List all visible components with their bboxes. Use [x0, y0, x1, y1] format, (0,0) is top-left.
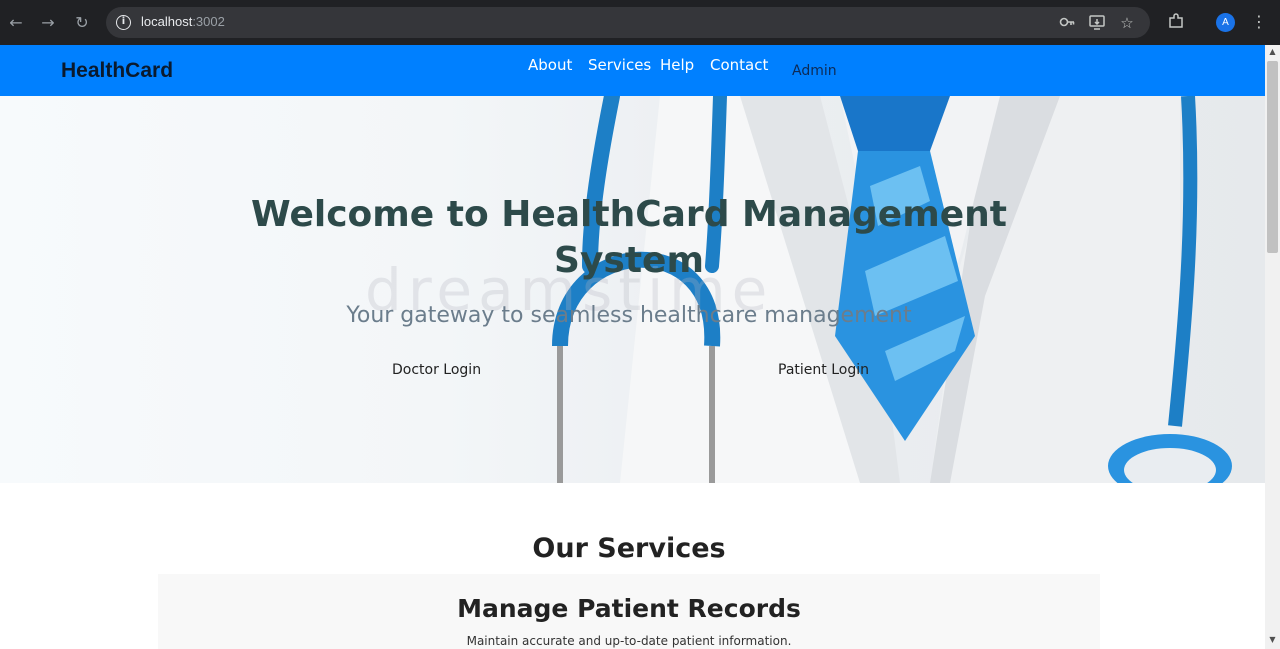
doctor-login-button[interactable]: Doctor Login [392, 362, 481, 378]
hero-subtitle: Your gateway to seamless healthcare mana… [346, 303, 912, 328]
hero-title: Welcome to HealthCard Management System [251, 194, 1007, 281]
info-icon[interactable]: i [116, 15, 131, 30]
key-icon[interactable] [1057, 13, 1077, 33]
site-navbar: HealthCard About Services Help Contact A… [0, 45, 1265, 96]
scroll-up-icon[interactable]: ▲ [1265, 45, 1280, 59]
profile-avatar[interactable]: A [1216, 13, 1235, 32]
service-card: Manage Patient Records Maintain accurate… [158, 574, 1100, 649]
install-icon[interactable] [1087, 13, 1107, 33]
address-bar[interactable]: i localhost:3002 ☆ [106, 7, 1150, 38]
service-card-description: Maintain accurate and up-to-date patient… [466, 634, 792, 648]
nav-link-services[interactable]: Services [588, 56, 651, 74]
services-heading: Our Services [532, 533, 726, 564]
brand-logo[interactable]: HealthCard [61, 59, 173, 83]
scroll-thumb[interactable] [1267, 61, 1278, 253]
forward-icon[interactable]: → [37, 12, 59, 34]
url-text[interactable]: localhost:3002 [141, 14, 225, 29]
page-scrollbar[interactable]: ▲ ▼ [1265, 45, 1280, 649]
nav-link-admin[interactable]: Admin [792, 63, 837, 79]
nav-link-contact[interactable]: Contact [710, 56, 768, 74]
hero-section: dreamstime Welcome to HealthCard Managem… [0, 96, 1265, 483]
extensions-icon[interactable] [1166, 12, 1186, 32]
patient-login-button[interactable]: Patient Login [778, 362, 869, 378]
reload-icon[interactable]: ↻ [71, 12, 93, 34]
nav-link-help[interactable]: Help [660, 56, 694, 74]
kebab-menu-icon[interactable]: ⋮ [1251, 12, 1267, 32]
service-card-title: Manage Patient Records [457, 594, 801, 623]
url-port: :3002 [192, 14, 225, 29]
nav-link-about[interactable]: About [528, 56, 572, 74]
browser-toolbar: ← → ↻ i localhost:3002 ☆ A ⋮ [0, 0, 1280, 45]
url-host: localhost [141, 14, 193, 29]
back-icon[interactable]: ← [5, 12, 27, 34]
scroll-down-icon[interactable]: ▼ [1265, 633, 1280, 647]
star-icon[interactable]: ☆ [1117, 13, 1137, 33]
